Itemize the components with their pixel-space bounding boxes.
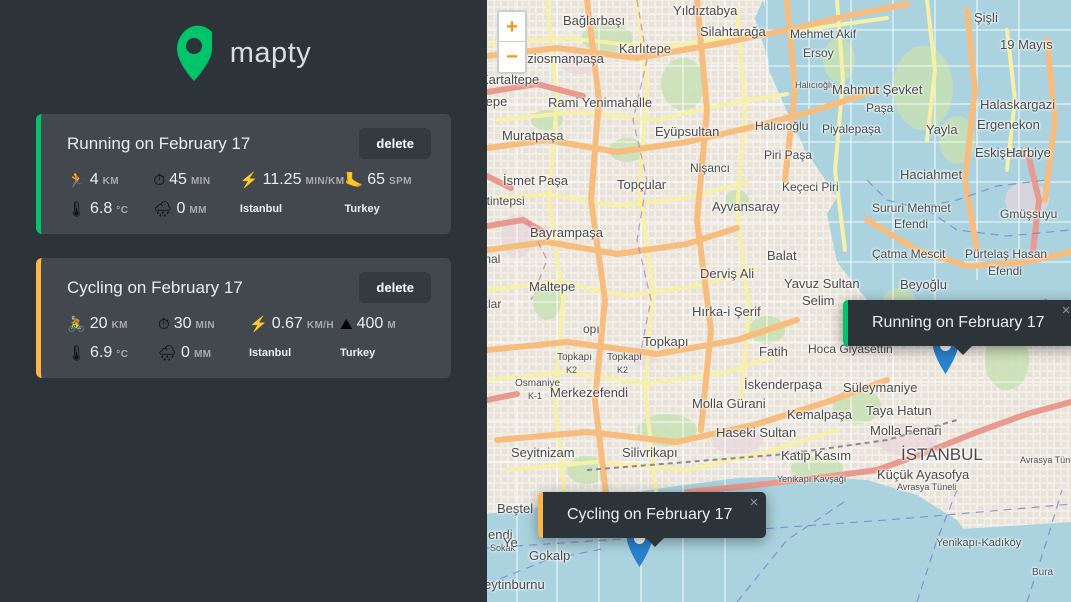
- map-pin-icon: [176, 25, 212, 82]
- detail-value: 30: [173, 315, 192, 332]
- detail-value: 6.8: [90, 200, 113, 217]
- detail-value: 0: [176, 200, 186, 217]
- detail-value: 45: [169, 171, 187, 188]
- workout-title: Cycling on February 17: [67, 277, 243, 297]
- popup-tip: [953, 345, 974, 355]
- workout-card-running[interactable]: Running on February 17 delete 🏃 4 KM ⏱ 45 MIN ⚡ 1…: [36, 114, 451, 234]
- lightning-icon: ⚡: [249, 316, 268, 333]
- detail-value: 20: [89, 315, 108, 332]
- workout-country: Turkey: [340, 347, 376, 359]
- zoom-control[interactable]: + −: [497, 10, 527, 74]
- popup-title: Running on February 17: [872, 314, 1045, 331]
- workout-header: Running on February 17 delete: [67, 128, 431, 159]
- detail-km-h: ⚡ 0.67 KM/H: [249, 315, 340, 333]
- lightning-icon: ⚡: [239, 172, 259, 189]
- detail-mm: 🌧 0 MM: [158, 344, 249, 362]
- zoom-out-button[interactable]: −: [499, 42, 525, 72]
- cyclist-icon: 🚴: [67, 316, 86, 333]
- zoom-in-button[interactable]: +: [499, 12, 525, 42]
- logo-text: mapty: [229, 36, 312, 69]
- detail-unit: MIN: [190, 176, 211, 187]
- detail-value: 4: [89, 171, 99, 188]
- delete-workout-button[interactable]: delete: [359, 128, 431, 159]
- popup-title: Cycling on February 17: [567, 506, 733, 523]
- thermometer-icon: 🌡: [67, 201, 87, 218]
- detail-min: ⏱ 45 MIN: [153, 171, 239, 189]
- thermometer-icon: 🌡: [67, 345, 87, 362]
- popup-close-button[interactable]: ×: [1062, 303, 1071, 318]
- app-logo: mapty: [0, 22, 487, 84]
- map-popup-cycling[interactable]: Cycling on February 17 ×: [538, 492, 767, 547]
- workout-details: 🚴 20 KM ⏱ 30 MIN ⚡ 0.67 KM/H ⛰ 400 M 🌡 6.9 °C 🌧 0 MM Istan…: [67, 315, 431, 362]
- detail-unit: °C: [116, 205, 129, 216]
- workout-card-cycling[interactable]: Cycling on February 17 delete 🚴 20 KM ⏱ 30 MIN ⚡…: [36, 258, 451, 378]
- detail-unit: KM/H: [306, 320, 334, 331]
- popup-close-button[interactable]: ×: [750, 495, 759, 510]
- detail-min: ⏱ 30 MIN: [158, 315, 249, 333]
- detail-spm: 🦶 65 SPM: [345, 171, 431, 189]
- detail-value: 65: [367, 171, 386, 188]
- detail-unit: MM: [189, 205, 207, 216]
- detail-unit: KM: [102, 176, 119, 187]
- workout-list: Running on February 17 delete 🏃 4 KM ⏱ 45 MIN ⚡ 1…: [0, 114, 487, 378]
- detail-unit: MM: [193, 349, 212, 360]
- detail-value: 0: [181, 344, 190, 361]
- detail-value: 0.67: [271, 315, 303, 332]
- map-container[interactable]: Bağlarbaşı Yıldıztabya Silahtarağa Şişli Meh…: [487, 0, 1071, 602]
- detail-value: 11.25: [262, 171, 302, 188]
- workout-city: Istanbul: [249, 347, 292, 359]
- detail-unit: KM: [111, 320, 128, 331]
- detail-value: 400: [356, 315, 384, 332]
- detail-unit: °C: [116, 349, 129, 360]
- workout-header: Cycling on February 17 delete: [67, 272, 431, 303]
- detail-unit: MIN/KM: [305, 176, 345, 187]
- foot-icon: 🦶: [344, 172, 364, 189]
- mountain-icon: ⛰: [340, 316, 353, 333]
- detail-mm: 🌧 0 MM: [153, 200, 239, 218]
- detail--c: 🌡 6.9 °C: [67, 344, 158, 362]
- workout-city: Istanbul: [239, 203, 283, 215]
- popup-body: Cycling on February 17 ×: [538, 492, 767, 547]
- workout-country: Turkey: [344, 203, 380, 215]
- detail-unit: SPM: [389, 176, 412, 187]
- runner-icon: 🏃: [67, 172, 86, 189]
- workout-details: 🏃 4 KM ⏱ 45 MIN ⚡ 11.25 MIN/KM 🦶 65 SPM 🌡 6.8 °C 🌧 0 MM Is…: [67, 171, 431, 218]
- detail-value: 6.9: [90, 344, 113, 361]
- map-popup-running[interactable]: Running on February 17 ×: [843, 300, 1071, 355]
- workout-title: Running on February 17: [67, 133, 251, 153]
- stopwatch-icon: ⏱: [158, 316, 170, 333]
- rain-cloud-icon: 🌧: [158, 345, 178, 362]
- detail-unit: M: [387, 320, 397, 331]
- detail-unit: MIN: [195, 320, 216, 331]
- detail-km: 🚴 20 KM: [67, 315, 158, 333]
- stopwatch-icon: ⏱: [153, 172, 166, 189]
- delete-workout-button[interactable]: delete: [359, 272, 431, 303]
- detail-min-km: ⚡ 11.25 MIN/KM: [240, 171, 345, 189]
- detail--c: 🌡 6.8 °C: [67, 200, 153, 218]
- sidebar: mapty Running on February 17 delete 🏃 4 KM ⏱ 4…: [0, 0, 487, 602]
- rain-cloud-icon: 🌧: [153, 201, 173, 218]
- popup-body: Running on February 17 ×: [843, 300, 1071, 355]
- detail-m: ⛰ 400 M: [340, 315, 431, 333]
- popup-tip: [644, 537, 665, 547]
- detail-km: 🏃 4 KM: [67, 171, 153, 189]
